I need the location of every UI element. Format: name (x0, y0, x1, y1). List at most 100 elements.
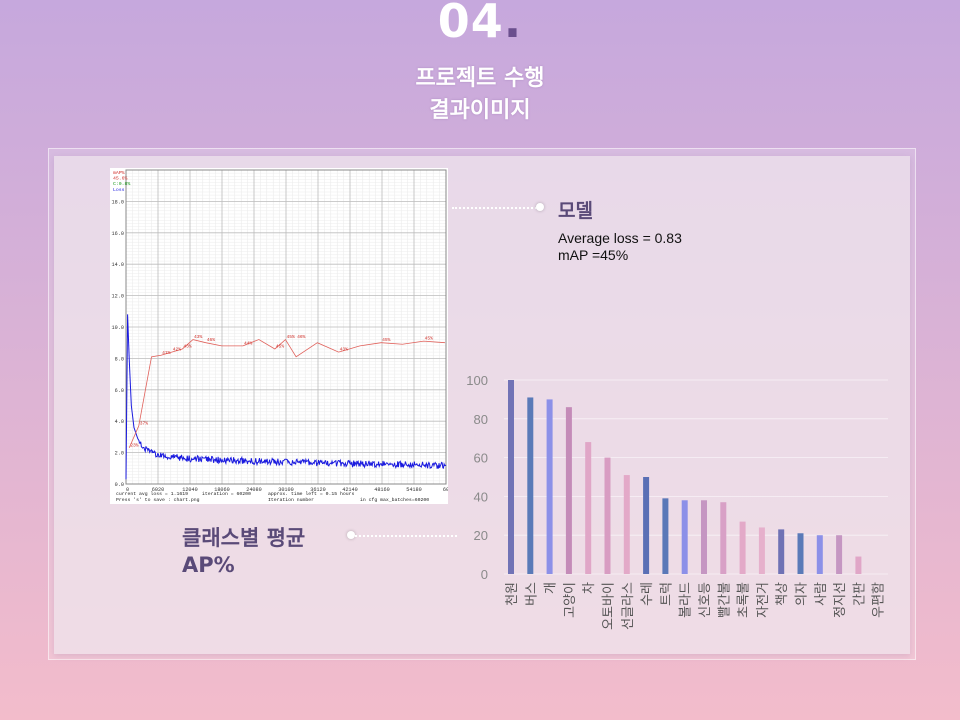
class-ap-bar (681, 500, 688, 574)
class-ap-bar (546, 399, 553, 574)
bar-x-tick-label: 초록불 (737, 582, 752, 618)
class-ap-bar (701, 500, 707, 574)
bar-y-tick-label: 40 (474, 489, 488, 504)
bar-y-tick-label: 80 (474, 412, 488, 427)
x-tick-label: 48160 (374, 487, 390, 493)
map-data-label: 44% (244, 340, 253, 346)
class-ap-bar (797, 533, 804, 574)
map-data-label: 45% (382, 337, 391, 343)
y-tick-label: 2.0 (115, 451, 124, 457)
y-tick-label: 8.0 (115, 356, 124, 362)
y-tick-label: 0.0 (115, 482, 124, 488)
y-tick-label: 14.0 (112, 262, 124, 268)
bar-x-tick-label: 책상 (775, 582, 790, 606)
bar-x-tick-label: 트럭 (659, 582, 674, 606)
class-ap-bar (662, 498, 669, 574)
y-tick-label: 10.0 (112, 325, 124, 331)
class-ap-bar (739, 521, 746, 574)
bar-x-tick-label: 선글라스 (621, 582, 636, 630)
chart-footer-text: current avg loss = 1.1619 (116, 491, 188, 497)
map-data-label: 45% (286, 334, 295, 340)
section-number-text: 04 (437, 0, 504, 48)
class-ap-bar (623, 475, 630, 574)
ap-label: 클래스별 평균 AP% (182, 525, 305, 579)
map-series-line (128, 338, 445, 449)
legend-entry: Loss (113, 187, 125, 193)
chart-footer-text: approx. time left = 0.15 hours (268, 491, 354, 497)
class-ap-bar (855, 556, 862, 574)
map-data-label: 43% (340, 347, 349, 353)
section-number: 04. (0, 0, 960, 48)
loss-chart-image: 0.0 2.0 4.0 6.0 8.0 10.0 12.0 14.0 16.0 18.0 0 6020… (110, 168, 449, 504)
section-number-dot: . (503, 0, 523, 48)
page-title-line1: 프로젝트 수행 (415, 66, 545, 91)
map-data-label: 37% (140, 420, 149, 426)
map-data-label: 43% (183, 343, 192, 349)
chart-footer-text: iteration = 60200 (202, 491, 251, 497)
ap-connector (355, 535, 457, 537)
bar-x-tick-label: 천원 (505, 582, 520, 606)
bar-x-tick-label: 볼라드 (679, 582, 694, 618)
class-ap-bar (758, 527, 765, 574)
model-connector-dot (536, 203, 544, 211)
class-ap-bar (836, 535, 843, 574)
bar-y-tick-label: 60 (474, 451, 488, 466)
map-data-label: 41% (162, 350, 171, 356)
model-description: Average loss = 0.83 mAP =45% (558, 230, 682, 264)
bar-x-tick-label: 정지선 (833, 582, 848, 618)
map-data-label: 46% (297, 334, 306, 340)
class-ap-bar (585, 442, 592, 574)
bar-x-tick-label: 버스 (524, 582, 539, 606)
bar-x-tick-label: 개 (544, 582, 559, 594)
class-ap-bar (816, 535, 823, 574)
ap-connector-dot (347, 531, 355, 539)
map-data-label: 45% (276, 343, 285, 349)
ap-label-line1: 클래스별 평균 (182, 526, 306, 550)
map-data-label: 23% (130, 442, 139, 448)
map-data-label: 42% (173, 347, 182, 353)
bar-x-tick-label: 빨간불 (717, 582, 732, 618)
y-tick-label: 4.0 (115, 419, 124, 425)
bar-y-tick-label: 20 (474, 528, 488, 543)
class-ap-bar (643, 477, 650, 574)
map-data-label: 45% (425, 336, 434, 342)
class-ap-bar (565, 407, 572, 574)
map-data-label: 46% (207, 337, 216, 343)
average-loss-text: Average loss = 0.83 (558, 230, 682, 246)
class-ap-bar (720, 502, 727, 574)
legend-entry: mAP% (113, 170, 125, 176)
chart-footer-text: Press 's' to save : chart.png (116, 497, 200, 503)
map-data-label: 43% (194, 334, 203, 340)
bar-x-tick-label: 의자 (795, 582, 810, 606)
legend-entry: C:0.8% (113, 181, 130, 187)
model-label: 모델 (558, 200, 593, 222)
x-tick-label: 60 (443, 487, 448, 493)
x-axis-label: Iteration number (268, 497, 314, 503)
bar-x-tick-label: 고양이 (563, 582, 578, 618)
map-text: mAP =45% (558, 247, 629, 263)
loss-chart: 0.02.04.06.08.010.012.014.016.018.00 6020… (112, 169, 449, 503)
y-tick-label: 6.0 (115, 388, 124, 394)
bar-x-tick-label: 자전거 (756, 582, 771, 618)
chart-footer-text: in cfg max_batches=60200 (360, 497, 429, 503)
bar-x-tick-label: 차 (582, 582, 597, 594)
class-ap-bar (604, 457, 611, 574)
bar-y-tick-label: 100 (466, 373, 488, 388)
bar-x-tick-label: 간판 (852, 582, 867, 606)
class-ap-bar-chart: 0 20 40 60 80 100 천원 버스 개 고양이 차 오토바이 선글라스 수레 트럭 볼라드 신호등 빨… (466, 373, 888, 630)
class-ap-bar (527, 397, 534, 574)
bar-y-tick-label: 0 (481, 567, 488, 582)
bar-x-tick-label: 수레 (640, 582, 655, 606)
bar-x-tick-label: 사람 (814, 582, 829, 606)
class-ap-bar (508, 380, 514, 574)
x-tick-label: 54180 (406, 487, 422, 493)
bar-x-tick-label: 우편함 (872, 582, 887, 618)
bar-x-tick-label: 오토바이 (602, 582, 617, 630)
bar-x-tick-label: 신호등 (698, 582, 713, 618)
y-tick-label: 16.0 (112, 231, 124, 237)
page-title-line2: 결과이미지 (429, 98, 531, 123)
y-tick-label: 18.0 (112, 199, 124, 205)
legend-entry: 45.6% (113, 176, 128, 182)
class-ap-bar (778, 529, 785, 574)
y-tick-label: 12.0 (112, 294, 124, 300)
